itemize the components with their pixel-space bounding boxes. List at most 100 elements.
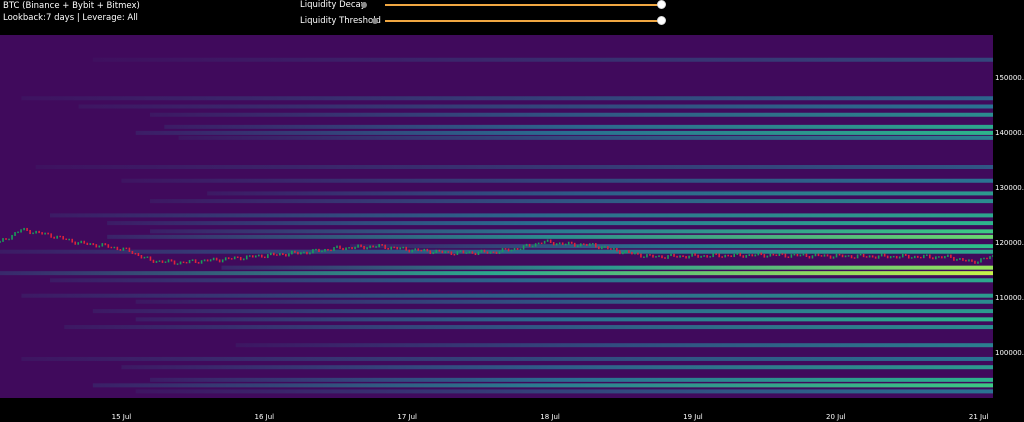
- price-candle: [41, 232, 43, 235]
- price-candle: [122, 247, 125, 251]
- price-candle: [200, 260, 203, 264]
- price-candle: [613, 247, 615, 250]
- liquidity-decay-slider[interactable]: [385, 4, 661, 6]
- price-candle: [435, 249, 438, 254]
- y-tick-label: 140000.0: [995, 129, 1024, 137]
- liquidity-decay-info-icon[interactable]: [361, 2, 367, 8]
- price-candle: [817, 253, 820, 257]
- price-candle: [462, 250, 465, 254]
- price-candle: [158, 260, 161, 262]
- price-candle: [176, 263, 179, 265]
- price-candle: [459, 250, 462, 253]
- price-candle: [555, 243, 558, 246]
- price-candle: [910, 257, 913, 259]
- heatmap-plot-area[interactable]: [0, 35, 993, 398]
- price-candle: [447, 251, 450, 253]
- price-candle: [694, 253, 696, 256]
- price-candle: [411, 249, 414, 253]
- price-candle: [808, 255, 811, 259]
- x-tick-label: 21 Jul: [968, 413, 989, 421]
- price-candle: [889, 256, 892, 259]
- price-candle: [291, 250, 293, 255]
- price-candle: [697, 254, 699, 258]
- price-candle: [643, 256, 645, 258]
- price-candle: [480, 249, 483, 253]
- price-candle: [634, 252, 636, 255]
- price-candle: [230, 258, 233, 260]
- price-candle: [546, 239, 549, 242]
- liquidity-band: [92, 383, 993, 388]
- price-candle: [601, 246, 603, 250]
- price-candle: [273, 252, 275, 256]
- liquidity-band: [121, 178, 993, 183]
- liquidity-threshold-slider[interactable]: [385, 20, 661, 22]
- price-candle: [579, 243, 582, 247]
- price-candle: [197, 261, 200, 264]
- price-candle: [607, 246, 609, 250]
- price-candle: [962, 258, 964, 261]
- liquidity-band: [50, 278, 993, 283]
- price-candle: [257, 254, 260, 257]
- price-candle: [537, 242, 540, 245]
- price-candle: [209, 259, 212, 262]
- price-candle: [495, 251, 498, 254]
- price-candle: [384, 244, 386, 249]
- price-candle: [83, 240, 86, 244]
- liquidity-band: [135, 130, 993, 135]
- liquidity-band: [92, 309, 993, 314]
- price-candle: [847, 255, 850, 257]
- price-candle: [441, 250, 444, 254]
- price-candle: [221, 259, 224, 263]
- price-candle: [679, 255, 681, 258]
- price-candle: [610, 248, 612, 250]
- price-candle: [784, 253, 787, 258]
- price-candle: [363, 245, 365, 250]
- liquidity-decay-handle[interactable]: [657, 0, 666, 9]
- price-candle: [128, 247, 131, 252]
- price-candle: [805, 253, 808, 257]
- price-candle: [658, 255, 660, 258]
- price-candle: [564, 243, 567, 246]
- price-candle: [393, 246, 395, 249]
- price-candle: [901, 253, 904, 258]
- price-candle: [745, 254, 748, 258]
- price-candle: [98, 245, 101, 248]
- liquidation-heatmap: [0, 57, 993, 394]
- liquidity-threshold-info-icon[interactable]: [372, 18, 378, 24]
- price-candle: [974, 260, 976, 264]
- price-candle: [360, 244, 362, 247]
- price-candle: [980, 258, 982, 263]
- price-candle: [501, 248, 504, 253]
- price-candle: [324, 248, 326, 252]
- price-candle: [850, 255, 853, 259]
- price-candle: [739, 252, 742, 257]
- price-candle: [682, 255, 684, 258]
- price-candle: [965, 259, 967, 262]
- liquidity-band: [121, 365, 993, 370]
- price-candle: [423, 248, 426, 252]
- price-candle: [721, 256, 723, 258]
- price-candle: [625, 250, 627, 253]
- price-candle: [637, 252, 639, 255]
- liquidity-threshold-handle[interactable]: [657, 16, 666, 25]
- price-candle: [986, 257, 988, 260]
- price-candle: [381, 244, 383, 246]
- price-candle: [736, 252, 739, 255]
- liquidity-band: [207, 191, 993, 196]
- price-candle: [203, 259, 206, 262]
- price-candle: [712, 253, 714, 258]
- price-candle: [35, 230, 37, 234]
- price-candle: [318, 248, 320, 253]
- y-tick-label: 130000.0: [995, 184, 1024, 192]
- price-candle: [309, 252, 311, 255]
- price-candle: [254, 255, 257, 258]
- price-candle: [977, 261, 979, 264]
- price-candle: [582, 243, 585, 245]
- price-candle: [95, 244, 98, 248]
- price-candle: [155, 260, 158, 263]
- price-candle: [835, 253, 838, 258]
- liquidity-band: [150, 199, 993, 204]
- price-candle: [119, 249, 122, 251]
- price-candle: [77, 242, 80, 245]
- price-candle: [17, 231, 19, 234]
